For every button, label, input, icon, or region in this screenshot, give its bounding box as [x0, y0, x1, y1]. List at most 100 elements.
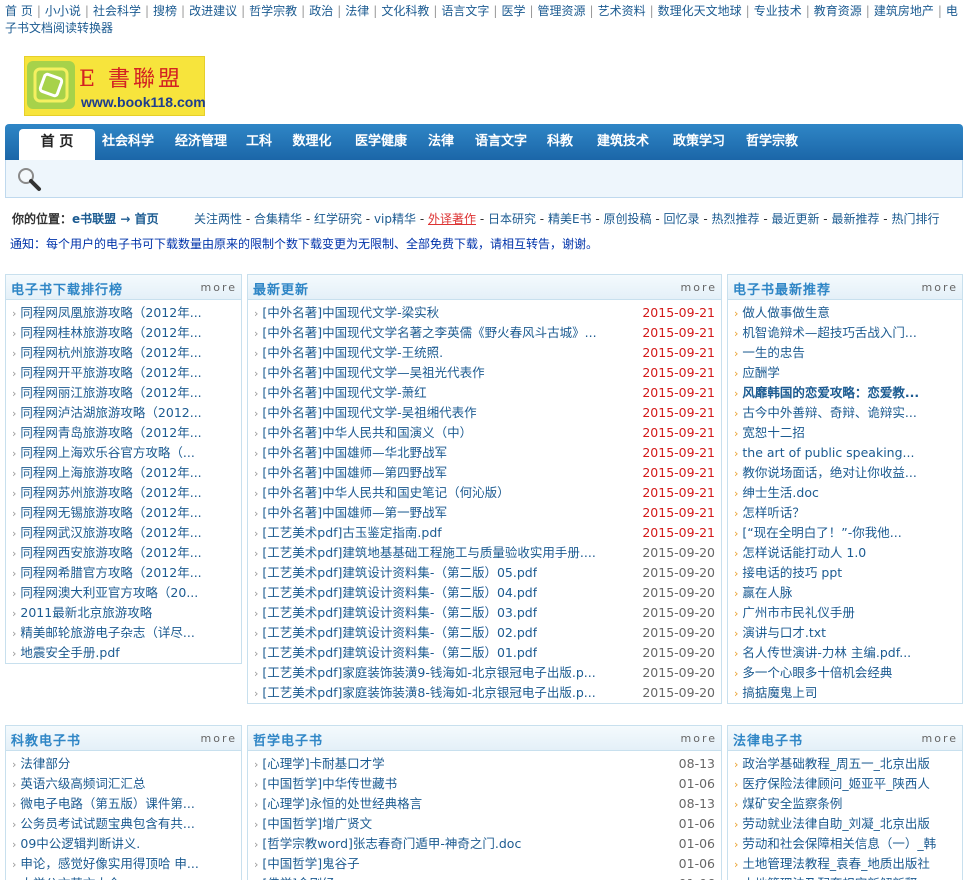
top-link[interactable]: 专业技术 — [754, 4, 802, 18]
nav-tab[interactable]: 医学健康 — [349, 129, 413, 160]
item-link[interactable]: [工艺美术pdf]家庭装饰装潢9-钱海如-北京银冠电子出版.p... — [262, 663, 595, 683]
item-link[interactable]: [中外名著]中国现代文学名著之李英儒《野火春风斗古城》... — [262, 323, 596, 343]
item-link[interactable]: 英语六级高频词汇汇总 — [20, 774, 145, 794]
item-link[interactable]: 怎样说话能打动人 1.0 — [742, 543, 866, 563]
quick-link[interactable]: vip精华 — [374, 212, 416, 226]
quick-link[interactable]: 原创投稿 — [604, 212, 652, 226]
item-link[interactable]: 应酬学 — [742, 363, 780, 383]
top-link[interactable]: 社会科学 — [93, 4, 141, 18]
item-link[interactable]: [中外名著]中华人民共和国史笔记（何沁版） — [262, 483, 509, 503]
item-link[interactable]: 搞掂魔鬼上司 — [742, 683, 817, 703]
item-link[interactable]: 劳动和社会保障相关信息（一）_韩 — [742, 834, 936, 854]
item-link[interactable]: [心理学]永恒的处世经典格言 — [262, 794, 422, 814]
item-link[interactable]: 2011最新北京旅游攻略 — [20, 603, 152, 623]
item-link[interactable]: 绅士生活.doc — [742, 483, 818, 503]
item-link[interactable]: [工艺美术pdf]建筑设计资料集-（第二版）05.pdf — [262, 563, 537, 583]
item-link[interactable]: [佛学]金刚经 — [262, 874, 334, 880]
quick-link[interactable]: 合集精华 — [254, 212, 302, 226]
top-link[interactable]: 改进建议 — [189, 4, 237, 18]
quick-link[interactable]: 红学研究 — [314, 212, 362, 226]
item-link[interactable]: [工艺美术pdf]建筑设计资料集-（第二版）03.pdf — [262, 603, 537, 623]
more-link[interactable]: more — [681, 281, 718, 294]
item-link[interactable]: [中外名著]中国雄师—华北野战军 — [262, 443, 447, 463]
item-link[interactable]: 名人传世演讲-力林 主编.pdf... — [742, 643, 911, 663]
item-link[interactable]: [中国哲学]鬼谷子 — [262, 854, 359, 874]
item-link[interactable]: 申论，感觉好像实用得顶哈 申... — [20, 854, 198, 874]
item-link[interactable]: 同程网希腊官方攻略（2012年... — [20, 563, 201, 583]
item-link[interactable]: 土地管理法教程_袁春_地质出版社 — [742, 854, 930, 874]
top-link[interactable]: 首 页 — [5, 4, 33, 18]
quick-link[interactable]: 精美E书 — [548, 212, 592, 226]
item-link[interactable]: 一生的忠告 — [742, 343, 805, 363]
more-link[interactable]: more — [922, 732, 959, 745]
item-link[interactable]: 接电话的技巧 ppt — [742, 563, 842, 583]
item-link[interactable]: 法律部分 — [20, 754, 70, 774]
item-link[interactable]: 同程网西安旅游攻略（2012年... — [20, 543, 201, 563]
item-link[interactable]: 同程网青岛旅游攻略（2012年... — [20, 423, 201, 443]
nav-tab[interactable]: 语言文字 — [471, 129, 531, 160]
item-link[interactable]: 同程网苏州旅游攻略（2012年... — [20, 483, 201, 503]
site-logo[interactable]: E 書聯盟 www.book118.com — [24, 56, 206, 116]
more-link[interactable]: more — [922, 281, 959, 294]
item-link[interactable]: 医疗保险法律顾问_姬亚平_陕西人 — [742, 774, 930, 794]
item-link[interactable]: 教你说场面话，绝对让你收益... — [742, 463, 916, 483]
item-link[interactable]: [工艺美术pdf]建筑设计资料集-（第二版）01.pdf — [262, 643, 537, 663]
item-link[interactable]: 政治学基础教程_周五一_北京出版 — [742, 754, 930, 774]
top-link[interactable]: 管理资源 — [538, 4, 586, 18]
more-link[interactable]: more — [201, 281, 238, 294]
item-link[interactable]: [中外名著]中国现代文学—吴祖光代表作 — [262, 363, 484, 383]
quick-link[interactable]: 日本研究 — [488, 212, 536, 226]
item-link[interactable]: [中外名著]中国现代文学-梁实秋 — [262, 303, 439, 323]
item-link[interactable]: 精美邮轮旅游电子杂志（详尽... — [20, 623, 194, 643]
item-link[interactable]: [中外名著]中国雄师—第四野战军 — [262, 463, 447, 483]
top-link[interactable]: 搜榜 — [153, 4, 177, 18]
nav-tab[interactable]: 首 页 — [19, 129, 95, 160]
item-link[interactable]: [工艺美术pdf]古玉鉴定指南.pdf — [262, 523, 441, 543]
item-link[interactable]: 做人做事做生意 — [742, 303, 830, 323]
item-link[interactable]: [中外名著]中国现代文学-吴祖缃代表作 — [262, 403, 476, 423]
item-link[interactable]: [“现在全明白了！”-你我他... — [742, 523, 901, 543]
item-link[interactable]: 大学公文英文大全 — [20, 874, 120, 880]
item-link[interactable]: 演讲与口才.txt — [742, 623, 826, 643]
quick-link[interactable]: 最新推荐 — [831, 212, 879, 226]
item-link[interactable]: 地震安全手册.pdf — [20, 643, 119, 663]
item-link[interactable]: [中国哲学]增广贤文 — [262, 814, 372, 834]
item-link[interactable]: the art of public speaking... — [742, 443, 914, 463]
item-link[interactable]: [心理学]卡耐基口才学 — [262, 754, 384, 774]
top-link[interactable]: 文化科教 — [381, 4, 429, 18]
quick-link[interactable]: 热烈推荐 — [711, 212, 759, 226]
item-link[interactable]: [中外名著]中国现代文学-萧红 — [262, 383, 426, 403]
item-link[interactable]: [工艺美术pdf]家庭装饰装潢8-钱海如-北京银冠电子出版.p... — [262, 683, 595, 703]
item-link[interactable]: 广州市市民礼仪手册 — [742, 603, 855, 623]
top-link[interactable]: 艺术资料 — [598, 4, 646, 18]
item-link[interactable]: [工艺美术pdf]建筑设计资料集-（第二版）04.pdf — [262, 583, 537, 603]
item-link[interactable]: [工艺美术pdf]建筑地基基础工程施工与质量验收实用手册.... — [262, 543, 595, 563]
search-icon[interactable] — [16, 166, 42, 195]
item-link[interactable]: [工艺美术pdf]建筑设计资料集-（第二版）02.pdf — [262, 623, 537, 643]
nav-tab[interactable]: 法律 — [423, 129, 459, 160]
top-link[interactable]: 建筑房地产 — [874, 4, 934, 18]
item-link[interactable]: 同程网丽江旅游攻略（2012年... — [20, 383, 201, 403]
item-link[interactable]: [中外名著]中华人民共和国演义（中） — [262, 423, 472, 443]
item-link[interactable]: 多一个心眼多十倍机会经典 — [742, 663, 892, 683]
quick-link[interactable]: 回忆录 — [664, 212, 700, 226]
breadcrumb-link[interactable]: e书联盟 → 首页 — [72, 212, 159, 226]
item-link[interactable]: 劳动就业法律自助_刘凝_北京出版 — [742, 814, 930, 834]
item-link[interactable]: 煤矿安全监察条例 — [742, 794, 842, 814]
nav-tab[interactable]: 经济管理 — [169, 129, 233, 160]
item-link[interactable]: 同程网上海旅游攻略（2012年... — [20, 463, 201, 483]
item-link[interactable]: [中外名著]中国现代文学-王统照. — [262, 343, 443, 363]
item-link[interactable]: [中外名著]中国雄师—第一野战军 — [262, 503, 447, 523]
item-link[interactable]: 同程网杭州旅游攻略（2012年... — [20, 343, 201, 363]
item-link[interactable]: 同程网凤凰旅游攻略（2012年... — [20, 303, 201, 323]
item-link[interactable]: 同程网澳大利亚官方攻略（20... — [20, 583, 198, 603]
top-link[interactable]: 小小说 — [45, 4, 81, 18]
nav-tab[interactable]: 哲学宗教 — [739, 129, 805, 160]
item-link[interactable]: 机智诡辩术—超技巧舌战入门... — [742, 323, 916, 343]
item-link[interactable]: 风靡韩国的恋爱攻略：恋爱教... — [742, 383, 919, 403]
top-link[interactable]: 法律 — [345, 4, 369, 18]
quick-link[interactable]: 热门排行 — [891, 212, 939, 226]
item-link[interactable]: 古今中外善辩、奇辩、诡辩实... — [742, 403, 916, 423]
top-link[interactable]: 医学 — [501, 4, 525, 18]
item-link[interactable]: 公务员考试试题宝典包含有共... — [20, 814, 194, 834]
